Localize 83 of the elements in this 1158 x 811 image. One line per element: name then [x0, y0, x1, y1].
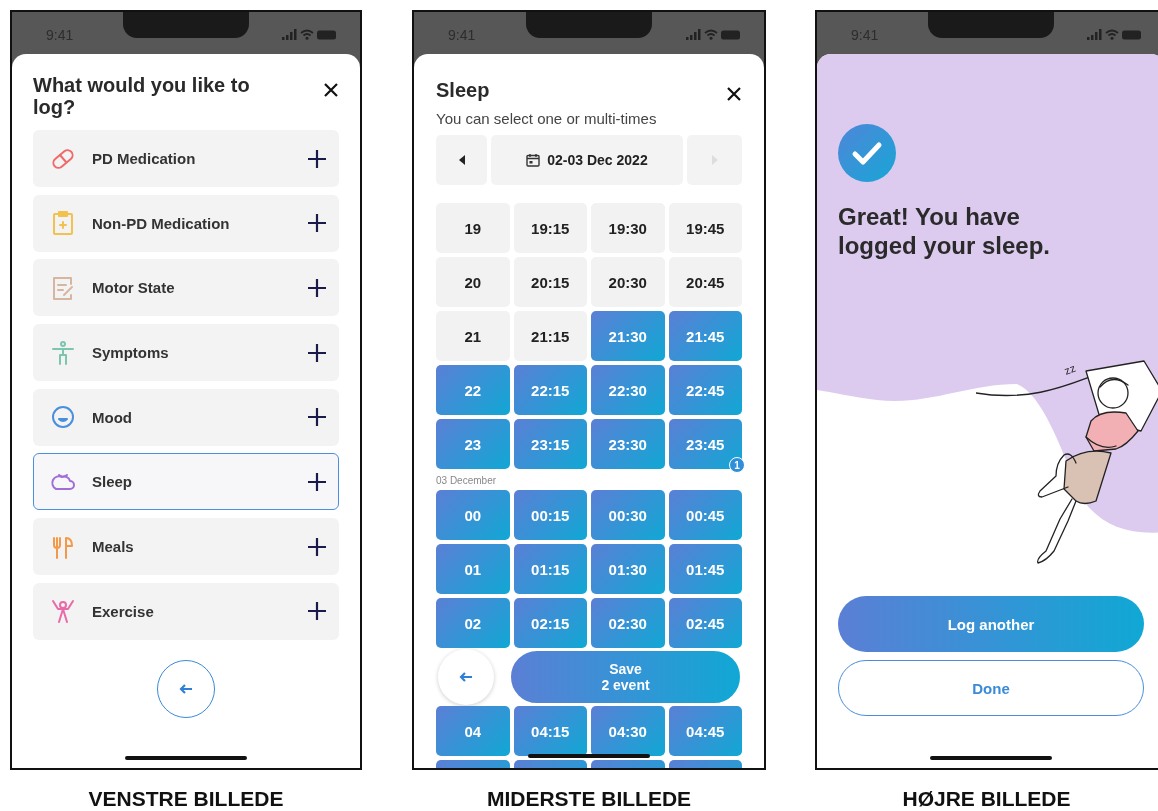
log-another-button[interactable]: Log another [838, 596, 1144, 652]
plus-icon[interactable] [308, 278, 326, 297]
save-button[interactable]: Save 2 event [509, 649, 742, 705]
log-category-item[interactable]: Meals [33, 518, 339, 576]
time-slot[interactable]: 20 [436, 257, 510, 307]
category-label: Symptoms [92, 344, 170, 362]
success-message: Great! You have logged your sleep. [838, 202, 1052, 260]
category-label: Motor State [92, 279, 176, 297]
time-slot[interactable]: 20:45 [668, 257, 742, 307]
close-icon[interactable] [726, 86, 742, 102]
time-slot[interactable]: 02:15 [513, 598, 587, 648]
log-category-item[interactable]: Mood [33, 388, 339, 446]
time-slot[interactable]: 00:30 [591, 490, 665, 540]
time-slot[interactable]: 00:15 [513, 490, 587, 540]
category-label: PD Medication [92, 150, 197, 167]
time-slot[interactable]: 22:15 [513, 365, 587, 415]
status-icons [686, 29, 742, 41]
log-category-item[interactable]: Exercise [33, 582, 339, 640]
success-check-icon [838, 124, 896, 182]
status-icons [282, 29, 338, 41]
time-slot[interactable]: 23:15 [513, 419, 587, 469]
log-category-item[interactable]: PD Medication [33, 130, 339, 187]
time-slot[interactable]: 21 [436, 311, 510, 361]
category-label: Non-PD Medication [92, 214, 231, 232]
time-slot[interactable]: 22:45 [668, 365, 742, 415]
back-arrow-icon [179, 682, 193, 695]
time-slot[interactable]: 02:45 [668, 598, 742, 648]
time-slot[interactable]: 19:45 [668, 203, 742, 253]
status-icons [1087, 29, 1143, 41]
time-slot[interactable]: 22:30 [591, 365, 665, 415]
time-slot[interactable]: 00 [436, 490, 510, 540]
time-slot[interactable]: 02 [436, 598, 510, 648]
log-category-item[interactable]: Motor State [33, 259, 339, 317]
caption: VENSTRE BILLEDE [88, 787, 284, 811]
time-slot[interactable]: 04 [436, 706, 510, 756]
plus-icon[interactable] [308, 472, 326, 491]
date-heading: 03 December [436, 475, 498, 486]
time-slot[interactable]: 19:15 [513, 203, 587, 253]
plus-icon[interactable] [308, 214, 326, 233]
log-category-item[interactable]: Sleep [33, 453, 339, 511]
snore-text: zz [1062, 361, 1077, 377]
done-button[interactable]: Done [838, 660, 1144, 716]
caret-left-icon [457, 155, 466, 165]
date-range-button[interactable]: 02-03 Dec 2022 [491, 135, 683, 185]
time-slot[interactable]: 01 [436, 544, 510, 594]
time-slot[interactable]: 01:30 [591, 544, 665, 594]
close-icon[interactable] [323, 82, 339, 98]
time-slot[interactable]: 01:45 [668, 544, 742, 594]
category-label: Exercise [92, 602, 155, 620]
category-label: Sleep [92, 473, 134, 491]
time-slot[interactable]: 19 [436, 203, 510, 253]
plus-icon[interactable] [308, 343, 326, 362]
instruction-text: You can select one or multi-times [436, 110, 658, 127]
category-label: Meals [92, 538, 135, 556]
plus-icon[interactable] [308, 537, 326, 556]
time-slot[interactable]: 04:30 [591, 706, 665, 756]
plus-icon[interactable] [308, 149, 326, 168]
category-label: Mood [92, 408, 133, 426]
sheet-title: Sleep [436, 78, 490, 102]
time-slot[interactable]: 22 [436, 365, 510, 415]
caption: HØJRE BILLEDE [901, 787, 1072, 811]
sheet-title: What would you like to log? [33, 74, 251, 118]
time-slot[interactable]: 23 [436, 419, 510, 469]
time-slot[interactable]: 20:15 [513, 257, 587, 307]
count-badge: 1 [729, 457, 745, 473]
time-slot[interactable]: 04:15 [513, 706, 587, 756]
time-slot[interactable]: 04:45 [668, 706, 742, 756]
caption: MIDERSTE BILLEDE [486, 787, 692, 811]
time-slot[interactable]: 19:30 [591, 203, 665, 253]
plus-icon[interactable] [308, 408, 326, 427]
time-slot[interactable]: 01:15 [513, 544, 587, 594]
calendar-icon [526, 153, 541, 167]
time-slot[interactable]: 00:45 [668, 490, 742, 540]
time-slot[interactable]: 20:30 [591, 257, 665, 307]
time-slot[interactable]: 02:30 [591, 598, 665, 648]
time-slot[interactable]: 21:45 [668, 311, 742, 361]
log-category-item[interactable]: Non-PD Medication [33, 194, 339, 252]
log-category-item[interactable]: Symptoms [33, 324, 339, 382]
back-arrow-icon [459, 671, 473, 683]
time-slot[interactable]: 21:15 [513, 311, 587, 361]
plus-icon[interactable] [308, 602, 326, 621]
time-slot[interactable]: 23:30 [591, 419, 665, 469]
time-slot[interactable]: 21:30 [591, 311, 665, 361]
